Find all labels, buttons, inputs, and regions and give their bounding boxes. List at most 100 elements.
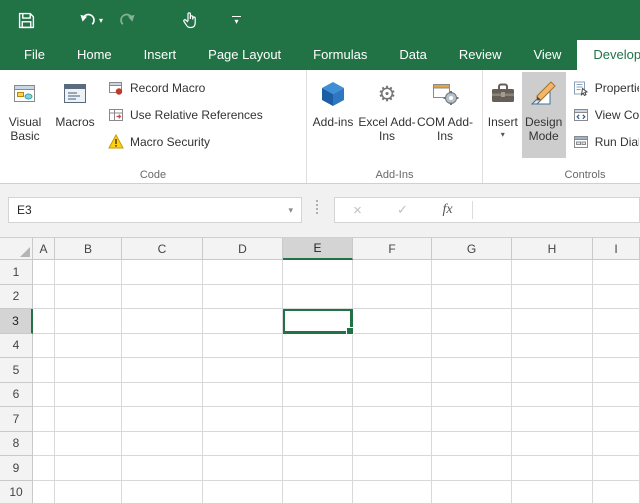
macro-security-button[interactable]: Macro Security: [107, 128, 263, 155]
cell-A4[interactable]: [33, 333, 55, 358]
cell-B4[interactable]: [55, 333, 122, 358]
cell-D5[interactable]: [203, 358, 283, 383]
column-header-B[interactable]: B: [55, 238, 122, 260]
cell-A1[interactable]: [33, 260, 55, 285]
cell-F6[interactable]: [353, 382, 432, 407]
use-relative-references-button[interactable]: Use Relative References: [107, 101, 263, 128]
cell-C8[interactable]: [122, 431, 203, 456]
tab-formulas[interactable]: Formulas: [297, 40, 383, 70]
cell-F8[interactable]: [353, 431, 432, 456]
cell-A3[interactable]: [33, 309, 55, 334]
cell-A9[interactable]: [33, 456, 55, 481]
cell-E2[interactable]: [283, 284, 353, 309]
row-header-1[interactable]: 1: [0, 260, 33, 285]
cell-C6[interactable]: [122, 382, 203, 407]
cell-D7[interactable]: [203, 407, 283, 432]
cell-B9[interactable]: [55, 456, 122, 481]
add-ins-button[interactable]: Add-ins: [308, 72, 358, 158]
cell-H6[interactable]: [512, 382, 593, 407]
cell-G1[interactable]: [432, 260, 512, 285]
macros-button[interactable]: Macros: [49, 72, 101, 158]
tab-page-layout[interactable]: Page Layout: [192, 40, 297, 70]
cell-B3[interactable]: [55, 309, 122, 334]
tab-view[interactable]: View: [517, 40, 577, 70]
cell-D9[interactable]: [203, 456, 283, 481]
cell-E5[interactable]: [283, 358, 353, 383]
row-header-5[interactable]: 5: [0, 358, 33, 383]
cell-I9[interactable]: [593, 456, 640, 481]
cell-D2[interactable]: [203, 284, 283, 309]
cell-G4[interactable]: [432, 333, 512, 358]
row-header-6[interactable]: 6: [0, 382, 33, 407]
excel-add-ins-button[interactable]: ⚙ Excel Add-Ins: [358, 72, 416, 158]
cell-I2[interactable]: [593, 284, 640, 309]
cell-H1[interactable]: [512, 260, 593, 285]
cell-A2[interactable]: [33, 284, 55, 309]
column-header-D[interactable]: D: [203, 238, 283, 260]
cell-F3[interactable]: [353, 309, 432, 334]
cell-A8[interactable]: [33, 431, 55, 456]
tab-data[interactable]: Data: [383, 40, 442, 70]
cell-E1[interactable]: [283, 260, 353, 285]
cell-B7[interactable]: [55, 407, 122, 432]
run-dialog-button[interactable]: Run Dialog: [572, 128, 639, 155]
cell-D4[interactable]: [203, 333, 283, 358]
cell-E8[interactable]: [283, 431, 353, 456]
row-header-2[interactable]: 2: [0, 284, 33, 309]
cell-B10[interactable]: [55, 480, 122, 503]
cell-C3[interactable]: [122, 309, 203, 334]
cell-H7[interactable]: [512, 407, 593, 432]
com-add-ins-button[interactable]: COM Add-Ins: [416, 72, 474, 158]
cell-I1[interactable]: [593, 260, 640, 285]
insert-function-button[interactable]: fx: [425, 202, 470, 218]
cell-H9[interactable]: [512, 456, 593, 481]
cell-F5[interactable]: [353, 358, 432, 383]
insert-control-button[interactable]: Insert ▾: [484, 72, 522, 158]
tab-review[interactable]: Review: [443, 40, 518, 70]
cell-C1[interactable]: [122, 260, 203, 285]
cell-F2[interactable]: [353, 284, 432, 309]
row-header-8[interactable]: 8: [0, 431, 33, 456]
column-header-G[interactable]: G: [432, 238, 512, 260]
cell-D3[interactable]: [203, 309, 283, 334]
cell-G7[interactable]: [432, 407, 512, 432]
cell-E6[interactable]: [283, 382, 353, 407]
cell-F10[interactable]: [353, 480, 432, 503]
cell-H5[interactable]: [512, 358, 593, 383]
cell-I6[interactable]: [593, 382, 640, 407]
cell-A10[interactable]: [33, 480, 55, 503]
properties-button[interactable]: Properties: [572, 74, 639, 101]
cell-A6[interactable]: [33, 382, 55, 407]
column-header-C[interactable]: C: [122, 238, 203, 260]
cell-H10[interactable]: [512, 480, 593, 503]
row-header-7[interactable]: 7: [0, 407, 33, 432]
column-header-I[interactable]: I: [593, 238, 640, 260]
cell-H8[interactable]: [512, 431, 593, 456]
cell-H4[interactable]: [512, 333, 593, 358]
cell-G10[interactable]: [432, 480, 512, 503]
tab-file[interactable]: File: [8, 40, 61, 70]
cell-I3[interactable]: [593, 309, 640, 334]
column-header-E[interactable]: E: [283, 238, 353, 260]
customize-quick-access-toolbar-icon[interactable]: ▾: [232, 15, 242, 25]
record-macro-button[interactable]: Record Macro: [107, 74, 263, 101]
cell-F9[interactable]: [353, 456, 432, 481]
cell-C4[interactable]: [122, 333, 203, 358]
cell-G9[interactable]: [432, 456, 512, 481]
cell-H3[interactable]: [512, 309, 593, 334]
select-all-button[interactable]: [0, 238, 33, 260]
cell-I10[interactable]: [593, 480, 640, 503]
cell-A5[interactable]: [33, 358, 55, 383]
tab-home[interactable]: Home: [61, 40, 128, 70]
cell-G6[interactable]: [432, 382, 512, 407]
cell-I4[interactable]: [593, 333, 640, 358]
row-header-9[interactable]: 9: [0, 456, 33, 481]
cell-E7[interactable]: [283, 407, 353, 432]
cell-E3[interactable]: [283, 309, 354, 334]
cell-D8[interactable]: [203, 431, 283, 456]
cell-E9[interactable]: [283, 456, 353, 481]
name-box[interactable]: E3 ▾: [8, 197, 302, 223]
row-header-10[interactable]: 10: [0, 480, 33, 503]
cell-G2[interactable]: [432, 284, 512, 309]
column-header-A[interactable]: A: [33, 238, 55, 260]
